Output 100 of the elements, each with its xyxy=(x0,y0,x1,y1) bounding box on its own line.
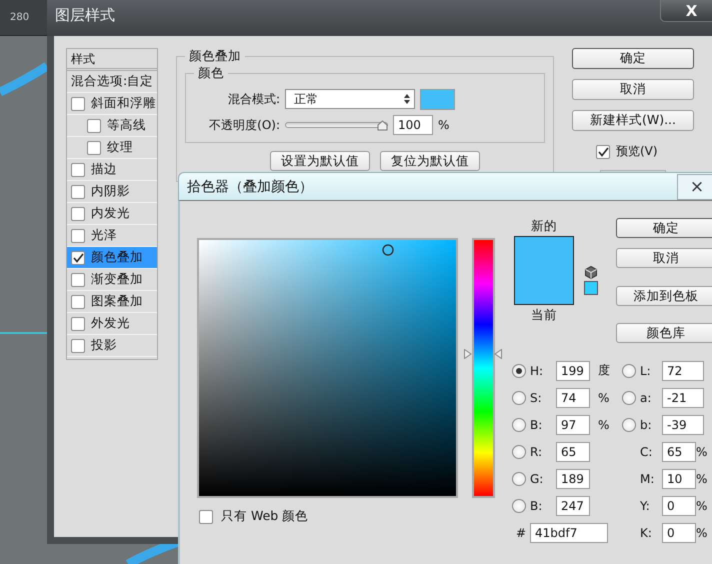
field-label: R: xyxy=(530,444,544,458)
style-list-item[interactable]: 投影 xyxy=(67,335,157,357)
style-label: 外发光 xyxy=(91,315,130,332)
style-list-item[interactable]: 外发光 xyxy=(67,313,157,335)
color-marker-icon[interactable] xyxy=(382,244,394,256)
style-label: 等高线 xyxy=(107,117,146,134)
value-field[interactable]: 247 xyxy=(556,496,590,516)
dialog-button[interactable]: 确定 xyxy=(572,48,694,69)
dialog-title: 图层样式 xyxy=(55,6,115,24)
group-title: 颜色 xyxy=(194,65,228,82)
checkbox[interactable] xyxy=(71,250,85,264)
radio-button[interactable] xyxy=(622,418,636,432)
color-swatch[interactable] xyxy=(420,88,455,110)
unit-label: 度 xyxy=(597,362,611,379)
checkbox[interactable] xyxy=(596,144,610,158)
checkbox[interactable] xyxy=(71,294,85,308)
value-field[interactable]: 199 xyxy=(556,360,590,380)
cube-icon[interactable] xyxy=(585,266,597,279)
radio-button[interactable] xyxy=(512,418,526,432)
checkbox[interactable] xyxy=(71,96,85,110)
style-list-item[interactable]: 内阴影 xyxy=(67,181,157,203)
reset-button[interactable]: 设置为默认值 xyxy=(270,151,370,171)
checkbox[interactable] xyxy=(71,206,85,220)
value-field[interactable]: 0 xyxy=(662,522,696,542)
field-label: K: xyxy=(640,526,653,540)
opacity-field[interactable]: 100 xyxy=(393,115,433,135)
current-color-label: 当前 xyxy=(530,307,558,323)
checkbox[interactable] xyxy=(71,272,85,286)
slider-thumb[interactable] xyxy=(377,120,388,131)
radio-button[interactable] xyxy=(622,364,636,378)
style-list-item[interactable]: 内发光 xyxy=(67,203,157,225)
hue-slider[interactable] xyxy=(464,238,502,498)
web-safe-swatch[interactable] xyxy=(584,281,598,295)
style-list-item[interactable]: 颜色叠加 xyxy=(67,247,157,269)
new-color-label: 新的 xyxy=(530,218,558,234)
style-list-item[interactable]: 描边 xyxy=(67,159,157,181)
field-label: C: xyxy=(640,444,654,458)
field-label: H: xyxy=(530,364,544,378)
style-label: 颜色叠加 xyxy=(91,249,143,266)
style-list-item[interactable]: 渐变叠加 xyxy=(67,269,157,291)
checkbox-label: 预览(V) xyxy=(616,143,658,160)
style-label: 渐变叠加 xyxy=(91,271,143,288)
radio-button[interactable] xyxy=(622,390,636,404)
field-label: M: xyxy=(640,472,656,486)
dialog-button[interactable]: 添加到色板 xyxy=(616,286,712,306)
checkbox[interactable] xyxy=(71,162,85,176)
style-label: 内阴影 xyxy=(91,183,130,200)
hex-field[interactable]: 41bdf7 xyxy=(530,522,608,542)
checkbox[interactable] xyxy=(87,140,101,154)
unit-label: % xyxy=(696,472,708,486)
checkbox[interactable] xyxy=(71,184,85,198)
style-list-item[interactable]: 等高线 xyxy=(67,115,157,137)
value-field[interactable]: 72 xyxy=(662,360,704,380)
color-field[interactable] xyxy=(197,238,458,498)
unit-label: % xyxy=(597,390,610,404)
style-label: 斜面和浮雕 xyxy=(91,95,156,112)
value-field[interactable]: 97 xyxy=(556,414,590,434)
value-field[interactable]: 65 xyxy=(662,442,696,462)
value-field[interactable]: 10 xyxy=(662,468,696,488)
style-list-item[interactable]: 斜面和浮雕 xyxy=(67,93,157,115)
opacity-slider[interactable] xyxy=(285,122,388,128)
value-field[interactable]: -39 xyxy=(662,414,704,434)
dialog-button[interactable]: 取消 xyxy=(616,248,712,268)
dialog-button[interactable]: 取消 xyxy=(572,79,694,100)
dialog-button[interactable]: 新建样式(W)... xyxy=(572,110,694,131)
style-list-item[interactable]: 纹理 xyxy=(67,137,157,159)
blending-options-item[interactable]: 混合选项:自定 xyxy=(67,71,157,93)
close-button[interactable]: X xyxy=(660,0,712,22)
blend-mode-select[interactable]: 正常 xyxy=(285,89,415,109)
value-field[interactable]: 74 xyxy=(556,388,590,408)
dialog-button[interactable]: 颜色库 xyxy=(616,323,712,343)
value-field[interactable]: 0 xyxy=(662,496,696,516)
checkbox[interactable] xyxy=(71,316,85,330)
radio-button[interactable] xyxy=(512,472,526,486)
radio-button[interactable] xyxy=(512,498,526,512)
dialog-title: 拾色器（叠加颜色） xyxy=(187,178,313,196)
checkbox[interactable] xyxy=(71,228,85,242)
style-label: 纹理 xyxy=(107,139,133,156)
radio-button[interactable] xyxy=(512,390,526,404)
style-label: 投影 xyxy=(91,337,117,354)
radio-button[interactable] xyxy=(512,364,526,378)
value-field[interactable]: -21 xyxy=(662,388,704,408)
close-button[interactable]: × xyxy=(677,174,712,200)
style-list-item[interactable]: 图案叠加 xyxy=(67,291,157,313)
checkbox[interactable] xyxy=(199,510,213,524)
unit-label: % xyxy=(696,498,708,512)
value-field[interactable]: 65 xyxy=(556,442,590,462)
radio-button[interactable] xyxy=(512,444,526,458)
style-label: 光泽 xyxy=(91,227,117,244)
unit-label: % xyxy=(597,418,610,432)
field-label: B: xyxy=(530,418,544,432)
dialog-button[interactable]: 确定 xyxy=(616,218,712,238)
checkbox[interactable] xyxy=(71,338,85,352)
hue-slider-thumb[interactable] xyxy=(464,349,502,360)
checkbox[interactable] xyxy=(87,118,101,132)
reset-button[interactable]: 复位为默认值 xyxy=(380,151,480,171)
value-field[interactable]: 189 xyxy=(556,468,590,488)
style-label: 描边 xyxy=(91,161,117,178)
field-label: 混合模式: xyxy=(226,90,280,108)
field-label: B: xyxy=(530,498,544,512)
